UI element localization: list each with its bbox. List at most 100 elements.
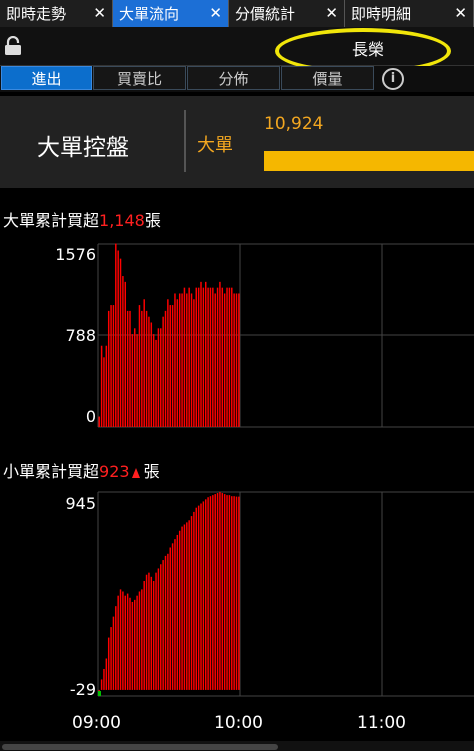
bar: [100, 679, 103, 690]
bar: [131, 601, 134, 690]
bar: [164, 310, 167, 427]
bar: [148, 316, 150, 427]
bar: [134, 328, 136, 427]
bar: [190, 293, 193, 427]
bar: [141, 310, 143, 427]
bar: [235, 293, 238, 427]
bar: [216, 287, 219, 427]
bar: [105, 658, 108, 690]
bar: [209, 287, 212, 427]
bar: [138, 591, 141, 690]
bar: [183, 524, 186, 690]
bar: [152, 581, 155, 690]
bar: [145, 574, 148, 690]
bar: [223, 494, 226, 690]
bar: [235, 496, 238, 690]
bar: [107, 310, 110, 427]
bar: [117, 250, 119, 427]
bar: [186, 293, 188, 427]
bar: [216, 493, 219, 690]
bar: [160, 564, 162, 690]
bar: [202, 287, 205, 427]
bar: [183, 287, 186, 427]
start-marker: [98, 691, 101, 696]
bar: [119, 589, 122, 690]
bar: [100, 345, 103, 427]
bar: [171, 305, 174, 427]
bar: [122, 591, 124, 690]
bar: [228, 495, 231, 690]
bar: [221, 287, 224, 427]
bar: [202, 501, 205, 690]
bar: [110, 627, 112, 690]
bar: [167, 299, 169, 427]
bar: [155, 572, 157, 690]
bar: [209, 496, 212, 690]
bar: [176, 299, 179, 427]
bar: [205, 499, 207, 690]
bar: [136, 334, 138, 427]
bar: [119, 258, 122, 427]
scrollbar-thumb[interactable]: [2, 744, 278, 750]
bar: [105, 345, 108, 427]
bar: [212, 495, 214, 690]
bar: [176, 534, 179, 690]
bar: [226, 495, 228, 690]
bar: [174, 539, 176, 690]
bar: [115, 606, 117, 690]
bar: [190, 516, 193, 690]
bar: [98, 416, 100, 427]
bar: [98, 689, 100, 691]
bar: [195, 507, 197, 690]
small-order-bars: [98, 492, 240, 696]
bar: [193, 511, 195, 690]
bar: [214, 293, 216, 427]
bar: [197, 287, 200, 427]
bar: [126, 310, 129, 427]
bar: [162, 560, 164, 690]
bar: [145, 310, 148, 427]
bar: [186, 522, 188, 690]
bar: [214, 494, 216, 690]
bar: [167, 553, 169, 690]
bar: [169, 305, 171, 427]
bar: [157, 328, 160, 427]
bar: [155, 339, 157, 427]
bar: [112, 616, 115, 690]
bar: [124, 595, 126, 690]
bar: [200, 503, 202, 690]
bar: [228, 287, 231, 427]
bar: [134, 599, 136, 690]
bar: [103, 668, 105, 690]
bar: [129, 597, 131, 690]
bar: [188, 287, 190, 427]
bar: [160, 328, 162, 427]
bar: [157, 568, 160, 690]
bar: [181, 293, 183, 427]
bar: [174, 293, 176, 427]
bar: [233, 496, 235, 690]
bar: [219, 281, 221, 427]
bar: [193, 299, 195, 427]
bar: [110, 305, 112, 427]
bar: [178, 530, 181, 690]
bar: [164, 555, 167, 690]
bar: [150, 322, 153, 427]
bar: [171, 543, 174, 690]
bar: [205, 281, 207, 427]
bar: [212, 287, 214, 427]
bar: [231, 496, 233, 690]
bar: [107, 637, 110, 690]
bar: [221, 493, 224, 690]
bar: [115, 243, 117, 427]
bar: [200, 281, 202, 427]
bar: [138, 305, 141, 427]
bar: [152, 334, 155, 427]
bar: [143, 299, 145, 427]
bar: [181, 526, 183, 690]
bar: [131, 334, 134, 427]
bar: [126, 593, 129, 690]
bar: [122, 276, 124, 427]
bar: [207, 497, 209, 690]
bar: [169, 547, 171, 690]
